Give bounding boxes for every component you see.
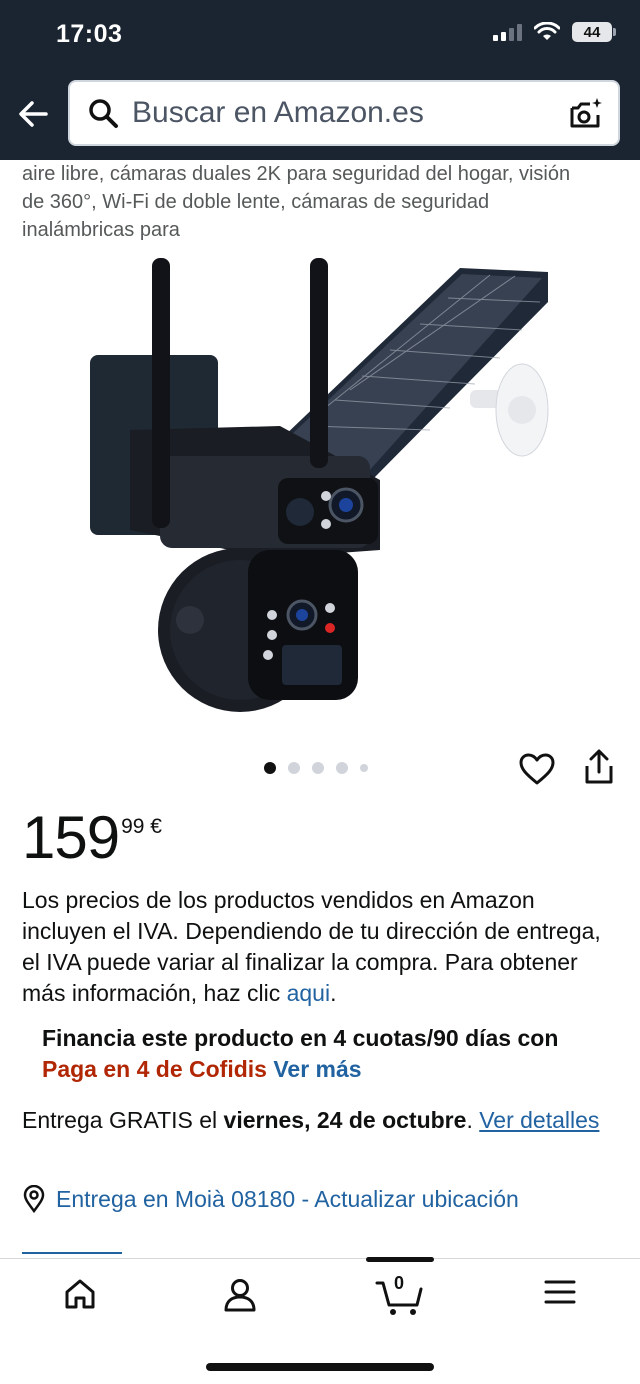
financing-brand: Paga en 4 de Cofidis xyxy=(42,1056,267,1082)
nav-home[interactable] xyxy=(50,1277,110,1317)
financing-more-link[interactable]: Ver más xyxy=(273,1056,361,1082)
nav-account[interactable] xyxy=(210,1277,270,1317)
location-pin-icon xyxy=(23,1185,45,1213)
product-title-line: de 360°, Wi-Fi de doble lente, cámaras d… xyxy=(22,191,490,213)
search-placeholder: Buscar en Amazon.es xyxy=(132,96,424,129)
vat-link[interactable]: aqui xyxy=(287,980,330,1006)
back-arrow-icon[interactable] xyxy=(16,96,52,132)
status-time: 17:03 xyxy=(56,20,123,48)
location-text: Entrega en Moià 08180 - Actualizar ubica… xyxy=(56,1185,519,1212)
delivery-prefix: Entrega GRATIS el xyxy=(22,1107,224,1133)
search-icon xyxy=(89,99,118,128)
home-indicator xyxy=(206,1363,434,1371)
delivery-info: Entrega GRATIS el viernes, 24 de octubre… xyxy=(22,1105,602,1136)
carousel-dot[interactable] xyxy=(264,762,276,774)
carousel-dot[interactable] xyxy=(360,764,368,772)
signal-icon xyxy=(493,23,522,41)
price-fraction: 99 € xyxy=(121,815,162,838)
carousel-dot[interactable] xyxy=(288,762,300,774)
delivery-location[interactable]: Entrega en Moià 08180 - Actualizar ubica… xyxy=(22,1185,519,1213)
carousel-dot[interactable] xyxy=(312,762,324,774)
delivery-dot: . xyxy=(466,1107,480,1133)
app-header: 17:03 44 Buscar en Amazon.es xyxy=(0,0,640,160)
cart-count: 0 xyxy=(394,1273,405,1293)
image-carousel-dots[interactable] xyxy=(264,762,368,774)
home-icon xyxy=(65,1279,95,1309)
nav-cart[interactable]: 0 xyxy=(370,1273,430,1317)
camera-body xyxy=(130,258,380,712)
carousel-dot[interactable] xyxy=(336,762,348,774)
financing-offer: Financia este producto en 4 cuotas/90 dí… xyxy=(42,1023,622,1085)
vat-end: . xyxy=(330,980,337,1006)
vat-notice: Los precios de los productos vendidos en… xyxy=(22,885,622,1009)
heart-icon[interactable] xyxy=(518,752,556,786)
bottom-nav: 0 xyxy=(0,1257,640,1384)
product-title: aire libre, cámaras duales 2K para segur… xyxy=(22,160,622,244)
active-tab-indicator xyxy=(366,1257,434,1262)
menu-icon xyxy=(544,1280,576,1304)
status-indicators: 44 xyxy=(493,22,616,42)
share-icon[interactable] xyxy=(583,748,615,786)
product-price: 159 99 € xyxy=(22,805,162,871)
financing-text: Financia este producto en 4 cuotas/90 dí… xyxy=(42,1025,559,1051)
search-input[interactable]: Buscar en Amazon.es xyxy=(68,80,620,146)
battery-icon: 44 xyxy=(572,22,616,42)
camera-lens-icon[interactable] xyxy=(568,96,604,132)
product-image[interactable] xyxy=(70,250,570,720)
wifi-icon xyxy=(534,22,560,40)
product-title-line: inalámbricas para xyxy=(22,219,180,241)
delivery-date: viernes, 24 de octubre xyxy=(223,1107,467,1133)
delivery-details-link[interactable]: Ver detalles xyxy=(479,1107,599,1133)
price-whole: 159 xyxy=(22,804,120,871)
user-icon xyxy=(224,1279,256,1312)
product-title-line: aire libre, cámaras duales 2K para segur… xyxy=(22,163,571,185)
cut-off-link xyxy=(22,1246,132,1256)
nav-menu[interactable] xyxy=(530,1277,590,1317)
